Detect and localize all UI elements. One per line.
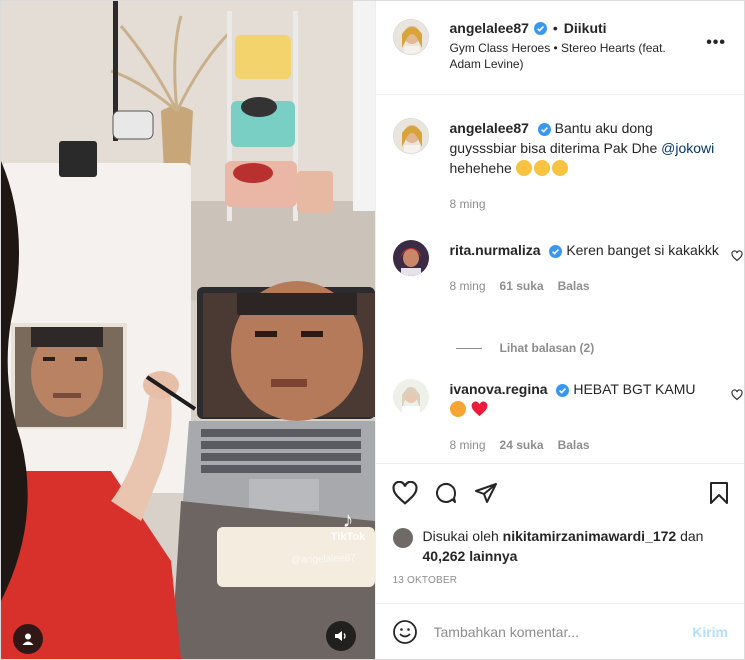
author-username-link[interactable]: angelalee87 (450, 20, 529, 36)
caption-username-link[interactable]: angelalee87 (450, 120, 529, 136)
tiktok-handle-text: @angelalee87 (290, 552, 356, 567)
verified-badge-icon (549, 244, 563, 258)
star-struck-emoji-icon (449, 401, 466, 417)
caption-timestamp[interactable]: 8 ming (450, 194, 486, 214)
comment-like-heart-icon[interactable] (730, 250, 743, 262)
replies-divider-line (455, 347, 482, 349)
header-separator: • (552, 20, 558, 36)
post-comment-button[interactable]: Kirim (692, 624, 728, 640)
liker-username-link[interactable]: nikitamirzanimawardi_172 (503, 528, 677, 544)
audio-track-link[interactable]: Gym Class Heroes • Stereo Hearts (feat. … (450, 40, 700, 72)
view-replies-button[interactable]: Lihat balasan (2) (455, 341, 595, 355)
add-comment-bar: Kirim (375, 603, 744, 659)
comment-timestamp[interactable]: 8 ming (450, 435, 486, 455)
likes-count-link[interactable]: 40,262 lainnya (423, 548, 518, 564)
mention-link[interactable]: @jokowi (661, 140, 714, 156)
smiley-icon (392, 619, 417, 644)
caption-author-avatar[interactable] (392, 118, 429, 154)
likes-prefix: Disukai oleh (422, 528, 499, 544)
post-date[interactable]: 13 OKTOBER (376, 575, 745, 603)
caption-avatar-image (393, 119, 428, 153)
commenter-avatar[interactable] (392, 379, 429, 415)
author-avatar[interactable] (392, 19, 429, 55)
comment-timestamp[interactable]: 8 ming (450, 276, 486, 296)
post-video[interactable]: ♪ TikTok @angelalee87 (1, 1, 375, 659)
post-caption: angelalee87 Bantu aku dong guysssbiar bi… (392, 118, 733, 214)
tiktok-logo-icon: ♪ (342, 507, 354, 532)
likes-connector: dan (680, 528, 704, 544)
save-button[interactable] (708, 481, 730, 508)
comment-item: rita.nurmaliza Keren banget si kakakkk 8… (392, 240, 743, 296)
verified-badge-icon (537, 122, 551, 136)
comment-text: HEBAT BGT KAMU (573, 381, 696, 397)
user-tag-icon (22, 633, 34, 645)
worried-face-emoji-icon (551, 160, 568, 176)
paper-plane-icon (474, 482, 497, 503)
comment-item: ivanova.regina HEBAT BGT KAMU 8 ming 24 … (392, 379, 743, 455)
like-button[interactable] (391, 480, 418, 505)
commenter-username-link[interactable]: ivanova.regina (450, 381, 548, 397)
comment-input[interactable] (433, 623, 693, 640)
verified-badge-icon (533, 21, 547, 35)
tiktok-watermark: ♪ TikTok (323, 509, 373, 544)
post-action-bar (375, 463, 744, 521)
comment-bubble-icon (435, 482, 456, 503)
more-options-icon[interactable]: ••• (706, 35, 726, 51)
commenter-avatar-image (392, 379, 429, 415)
comment-button[interactable] (434, 481, 458, 505)
sound-icon (335, 631, 346, 641)
comment-like-heart-icon[interactable] (730, 389, 743, 401)
red-heart-emoji-icon (472, 401, 488, 417)
caption-text-suffix: hehehehe (449, 160, 512, 176)
user-tag-button[interactable] (13, 624, 43, 654)
comments-list: angelalee87 Bantu aku dong guysssbiar bi… (376, 95, 745, 463)
tiktok-brand-text: TikTok (330, 531, 366, 543)
verified-badge-icon (556, 383, 570, 397)
comment-text: Keren banget si kakakkk (566, 242, 719, 258)
comment-likes-count[interactable]: 24 suka (500, 435, 544, 455)
author-avatar-image (393, 20, 428, 54)
view-replies-label: Lihat balasan (2) (499, 341, 595, 355)
heart-icon (391, 480, 418, 505)
following-status-button[interactable]: Diikuti (564, 20, 607, 36)
commenter-avatar[interactable] (392, 240, 429, 276)
post-header: angelalee87 • Diikuti Gym Class Heroes •… (375, 1, 744, 95)
commenter-username-link[interactable]: rita.nurmaliza (450, 242, 541, 258)
comment-reply-button[interactable]: Balas (558, 435, 590, 455)
commenter-avatar-image (392, 240, 429, 276)
comment-reply-button[interactable]: Balas (558, 276, 590, 296)
post-details-panel: angelalee87 • Diikuti Gym Class Heroes •… (374, 1, 745, 659)
sound-toggle-button[interactable] (326, 621, 356, 651)
comment-likes-count[interactable]: 61 suka (500, 276, 544, 296)
likes-summary: Disukai oleh nikitamirzanimawardi_172 da… (376, 521, 745, 575)
share-button[interactable] (474, 481, 498, 505)
bookmark-icon (710, 482, 728, 504)
worried-face-emoji-icon (533, 160, 550, 176)
worried-face-emoji-icon (515, 160, 532, 176)
emoji-picker-button[interactable] (392, 619, 418, 645)
post-modal: ♪ TikTok @angelalee87 angelalee87 • Diik… (0, 0, 745, 660)
liker-avatar[interactable] (392, 528, 413, 548)
